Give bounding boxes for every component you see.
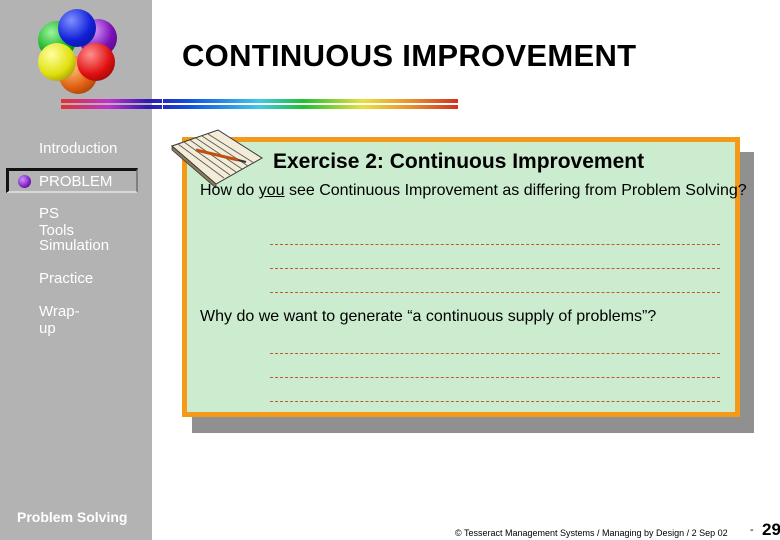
notepad-pencil-icon: [171, 129, 263, 188]
answer-line[interactable]: [270, 401, 720, 402]
answer-line[interactable]: [270, 292, 720, 293]
sidebar-item-practice[interactable]: Practice: [39, 270, 93, 287]
answer-line[interactable]: [270, 353, 720, 354]
rainbow-divider: [61, 98, 458, 110]
answer-line[interactable]: [270, 377, 720, 378]
sidebar-item-problem[interactable]: PROBLEM: [39, 173, 112, 190]
answer-line[interactable]: [270, 244, 720, 245]
footer-section-label: Problem Solving: [17, 509, 128, 525]
sidebar-item-ps-tools[interactable]: PS Tools: [39, 205, 74, 239]
sidebar-item-simulation[interactable]: Simulation: [39, 237, 109, 254]
active-bullet-icon: [18, 175, 31, 188]
exercise-card: [182, 137, 740, 417]
red-ball-icon: [77, 43, 115, 81]
emphasis-you: you: [258, 182, 285, 199]
question-1: How do you see Continuous Improvement as…: [200, 182, 747, 199]
page-separator: -: [750, 524, 754, 536]
footer-copyright: © Tesseract Management Systems / Managin…: [455, 528, 728, 538]
answer-line[interactable]: [270, 268, 720, 269]
sidebar-item-introduction[interactable]: Introduction: [39, 140, 117, 157]
slide-title: CONTINUOUS IMPROVEMENT: [182, 38, 637, 73]
question-2: Why do we want to generate “a continuous…: [200, 308, 657, 325]
yellow-ball-icon: [38, 43, 76, 81]
blue-ball-icon: [58, 9, 96, 47]
logo-balls-icon: [35, 8, 120, 94]
exercise-title: Exercise 2: Continuous Improvement: [273, 150, 645, 173]
sidebar-item-wrap-up[interactable]: Wrap-up: [39, 303, 80, 337]
page-number: 29: [762, 520, 780, 539]
